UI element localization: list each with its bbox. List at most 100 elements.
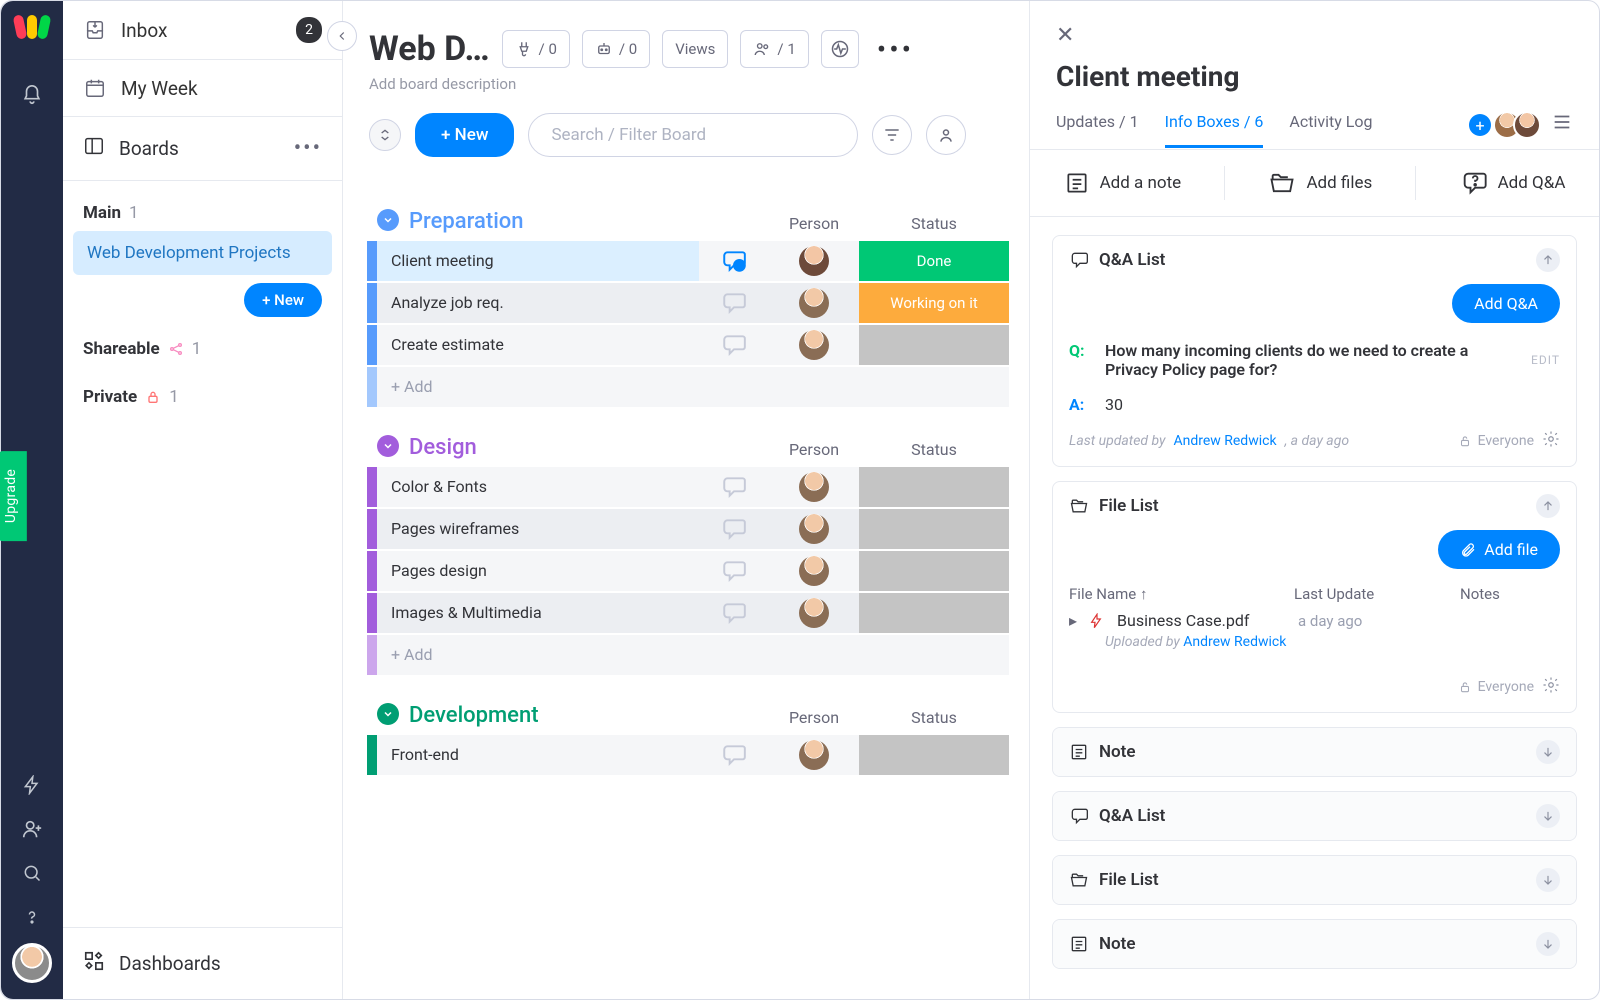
collapse-groups-button[interactable] (369, 119, 401, 151)
chip-views[interactable]: Views (662, 30, 728, 68)
table-row[interactable]: Front-end (367, 735, 1009, 775)
item-name[interactable]: Create estimate (377, 325, 699, 365)
updated-by-link[interactable]: Andrew Redwick (1173, 433, 1276, 449)
sidebar-boards[interactable]: Boards ••• (63, 117, 342, 181)
uploaded-by-link[interactable]: Andrew Redwick (1183, 634, 1286, 650)
section-main[interactable]: Main 1 (63, 181, 342, 229)
group-title[interactable]: Preparation (409, 209, 524, 234)
expand-down-icon[interactable] (1536, 932, 1560, 956)
user-avatar[interactable] (12, 943, 52, 983)
chip-members[interactable]: / 1 (740, 30, 808, 68)
tab-infoboxes[interactable]: Info Boxes / 6 (1165, 112, 1264, 148)
person-cell[interactable] (769, 467, 859, 507)
chat-icon[interactable] (699, 283, 769, 323)
status-cell[interactable] (859, 467, 1009, 507)
item-name[interactable]: Front-end (377, 735, 699, 775)
status-cell[interactable] (859, 325, 1009, 365)
chat-icon[interactable] (699, 551, 769, 591)
table-row[interactable]: Create estimate (367, 325, 1009, 365)
invite-icon[interactable] (14, 811, 50, 847)
file-row[interactable]: ▸ Business Case.pdf a day ago (1053, 607, 1576, 634)
boards-more-icon[interactable]: ••• (294, 136, 322, 161)
status-cell[interactable] (859, 593, 1009, 633)
item-name[interactable]: Pages wireframes (377, 509, 699, 549)
table-row[interactable]: Pages design (367, 551, 1009, 591)
collapse-up-icon[interactable] (1536, 494, 1560, 518)
new-item-button[interactable]: + New (415, 113, 514, 157)
table-row[interactable]: Color & Fonts (367, 467, 1009, 507)
gear-icon[interactable] (1542, 676, 1560, 698)
chat-icon[interactable]: 1 (699, 241, 769, 281)
expand-icon[interactable]: ▸ (1069, 611, 1077, 630)
group-toggle-icon[interactable] (377, 209, 399, 231)
action-add-note[interactable]: Add a note (1064, 170, 1182, 196)
gear-icon[interactable] (1542, 430, 1560, 452)
chat-icon[interactable] (699, 735, 769, 775)
person-cell[interactable] (769, 325, 859, 365)
status-cell[interactable]: Done (859, 241, 1009, 281)
tab-updates[interactable]: Updates / 1 (1056, 112, 1139, 148)
sidebar-new-button[interactable]: + New (244, 283, 322, 317)
table-row[interactable]: Analyze job req. Working on it (367, 283, 1009, 323)
bell-icon[interactable] (14, 77, 50, 113)
sidebar-inbox[interactable]: Inbox 2 (63, 1, 342, 60)
close-icon[interactable]: ✕ (1056, 23, 1084, 48)
group-title[interactable]: Design (409, 435, 477, 460)
qa-edit-button[interactable]: EDIT (1531, 353, 1560, 367)
chat-icon[interactable] (699, 467, 769, 507)
filter-icon[interactable] (872, 115, 912, 155)
board-search-input[interactable] (528, 113, 858, 157)
person-cell[interactable] (769, 735, 859, 775)
status-cell[interactable] (859, 735, 1009, 775)
status-cell[interactable] (859, 551, 1009, 591)
section-shareable[interactable]: Shareable 1 (63, 317, 342, 365)
chat-icon[interactable] (699, 509, 769, 549)
collapse-sidebar-button[interactable] (327, 21, 357, 51)
chip-automations[interactable]: / 0 (502, 30, 570, 68)
group-title[interactable]: Development (409, 703, 539, 728)
table-row[interactable]: Pages wireframes (367, 509, 1009, 549)
board-more-icon[interactable]: ••• (871, 33, 920, 66)
search-icon[interactable] (14, 855, 50, 891)
add-file-button[interactable]: Add file (1438, 530, 1560, 569)
action-add-qa[interactable]: Add Q&A (1460, 169, 1566, 197)
person-cell[interactable] (769, 509, 859, 549)
collapsed-card[interactable]: Note (1052, 727, 1577, 777)
group-toggle-icon[interactable] (377, 435, 399, 457)
item-name[interactable]: Pages design (377, 551, 699, 591)
status-cell[interactable]: Working on it (859, 283, 1009, 323)
help-icon[interactable] (14, 899, 50, 935)
person-cell[interactable] (769, 551, 859, 591)
panel-avatars[interactable] (1501, 111, 1541, 139)
bolt-icon[interactable] (14, 767, 50, 803)
board-item-active[interactable]: Web Development Projects (73, 231, 332, 275)
action-add-files[interactable]: Add files (1268, 169, 1372, 197)
item-name[interactable]: Analyze job req. (377, 283, 699, 323)
upgrade-button[interactable]: Upgrade (0, 451, 27, 541)
chat-icon[interactable] (699, 325, 769, 365)
panel-menu-icon[interactable] (1551, 111, 1573, 139)
item-name[interactable]: Images & Multimedia (377, 593, 699, 633)
add-item-row[interactable]: + Add (367, 635, 1009, 675)
tab-activity[interactable]: Activity Log (1289, 112, 1372, 148)
expand-down-icon[interactable] (1536, 740, 1560, 764)
board-description[interactable]: Add board description (369, 75, 519, 95)
collapsed-card[interactable]: File List (1052, 855, 1577, 905)
expand-down-icon[interactable] (1536, 868, 1560, 892)
add-qa-button[interactable]: Add Q&A (1452, 284, 1560, 323)
sidebar-myweek[interactable]: My Week (63, 60, 342, 117)
item-name[interactable]: Color & Fonts (377, 467, 699, 507)
person-cell[interactable] (769, 241, 859, 281)
add-item-row[interactable]: + Add (367, 367, 1009, 407)
status-cell[interactable] (859, 509, 1009, 549)
board-title[interactable]: Web D… (369, 29, 490, 69)
item-name[interactable]: Client meeting (377, 241, 699, 281)
collapsed-card[interactable]: Note (1052, 919, 1577, 969)
chat-icon[interactable] (699, 593, 769, 633)
section-private[interactable]: Private 1 (63, 365, 342, 413)
chip-integrations[interactable]: / 0 (582, 30, 650, 68)
collapsed-card[interactable]: Q&A List (1052, 791, 1577, 841)
person-filter-icon[interactable] (926, 115, 966, 155)
table-row[interactable]: Images & Multimedia (367, 593, 1009, 633)
chip-activity[interactable] (821, 30, 859, 68)
